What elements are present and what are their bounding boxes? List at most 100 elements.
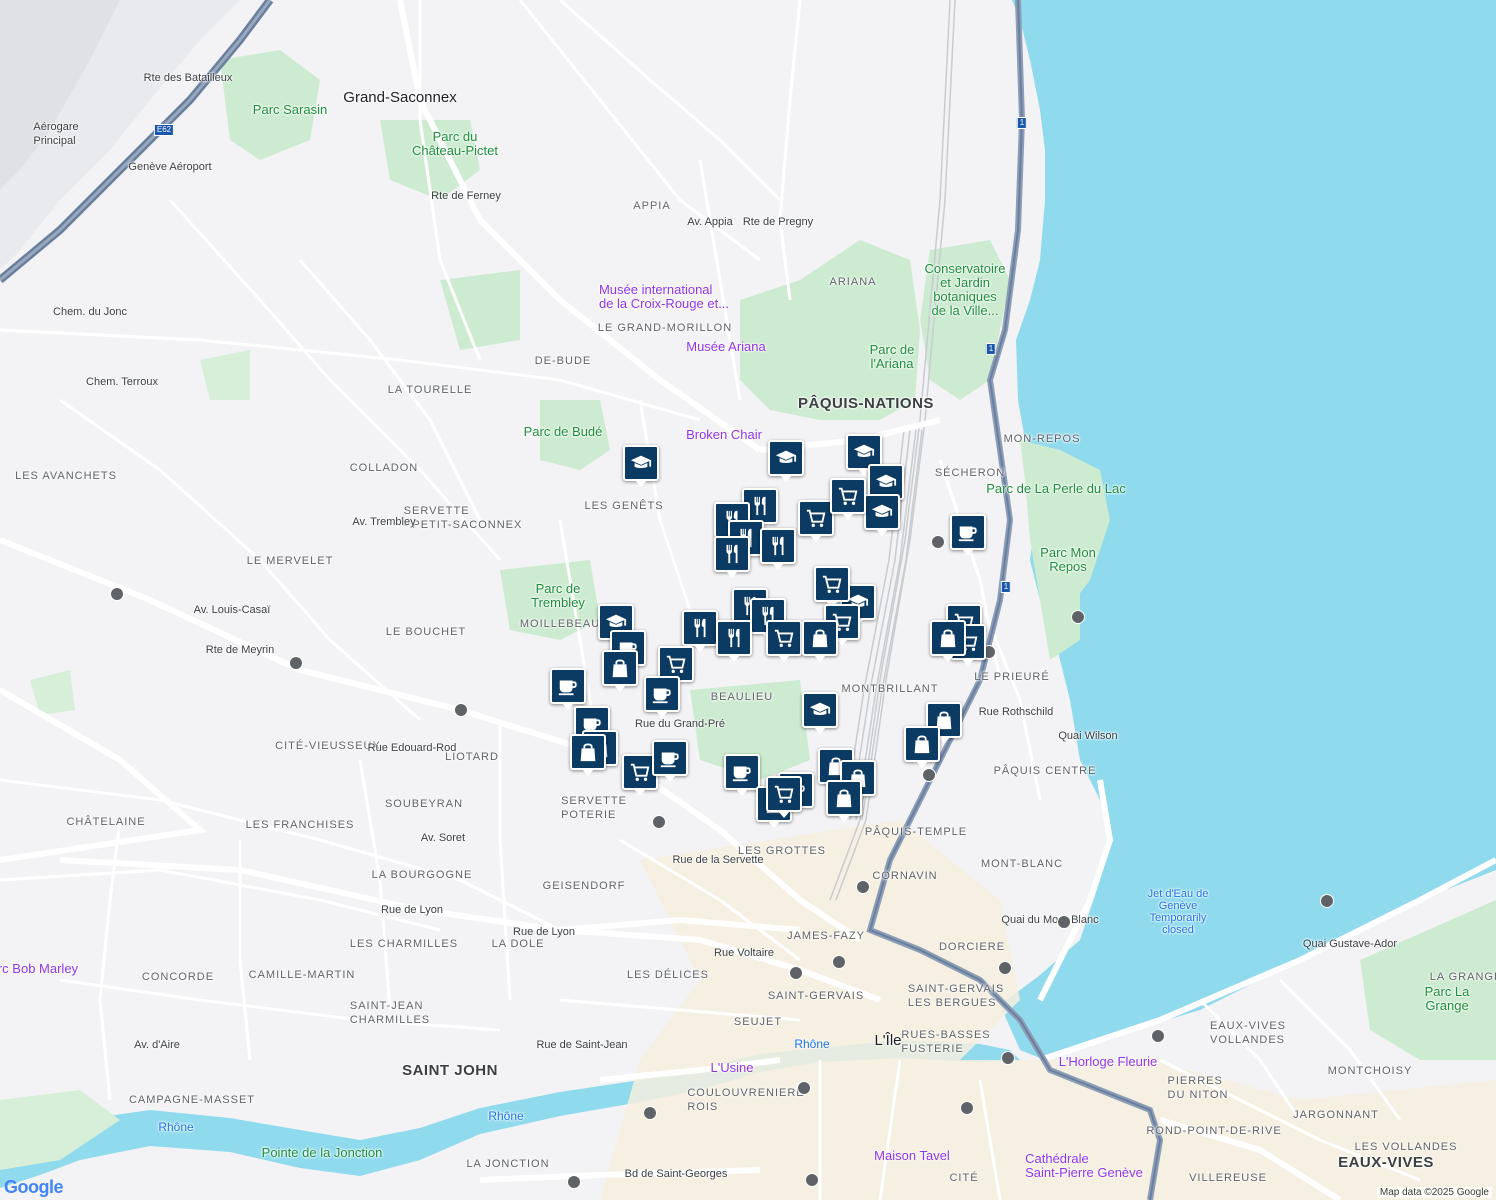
map-label-district: LES VOLLANDES: [1354, 1141, 1458, 1153]
map-marker-bag[interactable]: [904, 726, 940, 768]
map-marker-graduation-cap[interactable]: [864, 494, 900, 536]
graduation-cap-icon: [630, 452, 652, 474]
bag-icon: [833, 787, 855, 809]
map-label-poi[interactable]: L'Horloge Fleurie: [1059, 1055, 1158, 1069]
map-label-district: CITÉ-VIEUSSEUX: [275, 740, 381, 752]
map-marker-bag[interactable]: [930, 620, 966, 662]
map-label-district: CAMPAGNE-MASSET: [128, 1094, 256, 1106]
map-label-poi[interactable]: Parc Bob Marley: [0, 962, 78, 976]
transit-station-icon[interactable]: [998, 961, 1012, 975]
transit-station-icon[interactable]: [454, 703, 468, 717]
map-marker-graduation-cap[interactable]: [802, 692, 838, 734]
transit-station-icon[interactable]: [960, 1101, 974, 1115]
map-label-district: DE-BUDE: [534, 355, 592, 367]
map-marker-cart[interactable]: [766, 620, 802, 662]
highway-shield-1: 1: [985, 343, 997, 355]
map-label-street: Rte de Ferney: [431, 190, 501, 202]
transit-station-icon[interactable]: [1320, 894, 1334, 908]
transit-station-icon[interactable]: [832, 955, 846, 969]
transit-station-icon[interactable]: [931, 535, 945, 549]
map-label-street: Av. Soret: [420, 832, 466, 844]
map-marker-cart[interactable]: [798, 500, 834, 542]
map-marker-cup[interactable]: [550, 668, 586, 710]
transit-station-icon[interactable]: [1071, 610, 1085, 624]
cutlery-icon: [689, 617, 711, 639]
map-label-district: PÂQUIS-TEMPLE: [864, 826, 968, 838]
map-label-district: LE BOUCHET: [385, 626, 467, 638]
cart-icon: [821, 573, 843, 595]
map-label-park: Parc de Budé: [523, 424, 603, 439]
map-marker-cutlery[interactable]: [714, 536, 750, 578]
transit-station-icon[interactable]: [652, 815, 666, 829]
transit-station-icon[interactable]: [289, 656, 303, 670]
map-label-district: LES DÉLICES: [627, 969, 709, 981]
map-marker-bag[interactable]: [826, 780, 862, 822]
map-label-district: SAINT-GERVAIS LES BERGUES: [907, 983, 1005, 1009]
transit-station-icon[interactable]: [1057, 915, 1071, 929]
map-label-district: LA TOURELLE: [387, 384, 473, 396]
map-marker-cart[interactable]: [814, 566, 850, 608]
map-marker-cup[interactable]: [644, 676, 680, 718]
bag-icon: [911, 733, 933, 755]
map-marker-bag[interactable]: [802, 620, 838, 662]
map-label-district: LE PRIEURÉ: [974, 671, 1050, 683]
map-view[interactable]: Grand-Saconnex Aérogare Principal Genève Aé…: [0, 0, 1496, 1200]
map-marker-cart[interactable]: [830, 478, 866, 520]
map-label-street: Chem. Terroux: [86, 376, 158, 388]
map-marker-bag[interactable]: [570, 734, 606, 776]
map-marker-cutlery[interactable]: [682, 610, 718, 652]
parc-mon-repos: [1040, 520, 1080, 660]
map-label-district: MONTCHOISY: [1327, 1065, 1413, 1077]
map-marker-bag[interactable]: [602, 650, 638, 692]
map-marker-cup[interactable]: [652, 740, 688, 782]
map-label-district: RUES-BASSES FUSTERIE: [901, 1029, 991, 1055]
map-label-street: Rue de Lyon: [381, 904, 443, 916]
transit-station-icon[interactable]: [643, 1106, 657, 1120]
map-label-street: Rue de Saint-Jean: [536, 1039, 628, 1051]
map-label-district: CHÂTELAINE: [66, 816, 146, 828]
map-marker-graduation-cap[interactable]: [768, 440, 804, 482]
bag-icon: [577, 741, 599, 763]
map-attribution[interactable]: Map data ©2025 Google: [1376, 1187, 1492, 1198]
map-label-district: LA JONCTION: [466, 1158, 550, 1170]
transit-station-icon[interactable]: [567, 1175, 581, 1189]
map-label-poi[interactable]: Cathédrale Saint-Pierre Genève: [1025, 1152, 1143, 1180]
map-label-poi[interactable]: Musée international de la Croix-Rouge et.…: [599, 283, 729, 311]
map-marker-cup[interactable]: [950, 514, 986, 556]
transit-station-icon[interactable]: [789, 966, 803, 980]
map-label-water: Rhône: [158, 1120, 194, 1134]
graduation-cap-icon: [875, 471, 897, 493]
bag-icon: [937, 627, 959, 649]
transit-station-icon[interactable]: [1151, 1029, 1165, 1043]
transit-station-icon[interactable]: [922, 768, 936, 782]
transit-station-icon[interactable]: [110, 587, 124, 601]
transit-station-icon[interactable]: [1001, 1051, 1015, 1065]
transit-station-icon[interactable]: [856, 880, 870, 894]
map-marker-cutlery[interactable]: [716, 620, 752, 662]
map-label-district: LES CHARMILLES: [349, 938, 459, 950]
map-label-district: MONT-BLANC: [980, 858, 1064, 870]
map-marker-cart[interactable]: [766, 776, 802, 818]
map-label-street: Bd de Saint-Georges: [624, 1168, 728, 1180]
map-label-water: Rhône: [488, 1109, 524, 1123]
map-label-park: Pointe de la Jonction: [261, 1145, 383, 1160]
map-label-street: Rte des Batailleux: [143, 72, 233, 84]
map-label-district: LA DOLE: [491, 938, 545, 950]
transit-station-icon[interactable]: [797, 1081, 811, 1095]
map-marker-cutlery[interactable]: [760, 528, 796, 570]
map-label-poi[interactable]: L'Usine: [711, 1061, 754, 1075]
map-label-town: Grand-Saconnex: [343, 89, 457, 106]
map-label-big: EAUX-VIVES: [1338, 1154, 1434, 1171]
map-label-park: Parc de Trembley: [531, 581, 585, 610]
cart-icon: [773, 783, 795, 805]
map-marker-graduation-cap[interactable]: [623, 445, 659, 487]
transit-station-icon[interactable]: [805, 1173, 819, 1187]
map-label-poi[interactable]: Musée Ariana: [686, 340, 766, 354]
map-label-poi[interactable]: Broken Chair: [686, 428, 762, 442]
map-label-district: LA BOURGOGNE: [371, 869, 473, 881]
map-label-poi[interactable]: Maison Tavel: [874, 1149, 950, 1163]
map-label-district: COLLADON: [349, 462, 419, 474]
map-marker-cup[interactable]: [724, 754, 760, 796]
cup-icon: [957, 521, 979, 543]
google-logo: Google: [4, 1177, 64, 1197]
